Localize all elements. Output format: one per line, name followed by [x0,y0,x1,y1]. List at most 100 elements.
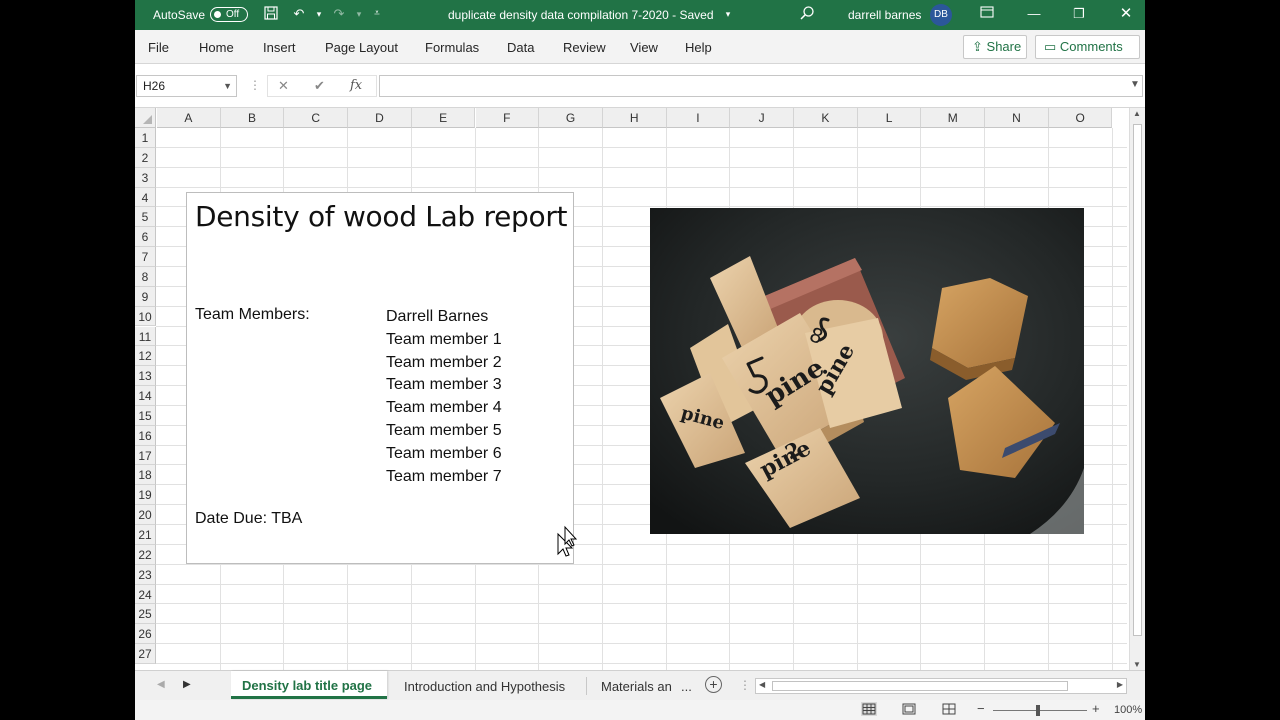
vertical-scroll-thumb[interactable] [1133,124,1142,636]
customize-toolbar-icon[interactable]: ⩡ [368,5,386,23]
scroll-right-icon[interactable]: ▶ [1117,680,1123,689]
close-icon[interactable]: ✕ [1117,5,1135,23]
more-tabs-icon[interactable]: ... [681,679,692,694]
column-header[interactable]: E [411,108,476,128]
minimize-icon[interactable]: — [1025,5,1043,23]
column-header[interactable]: G [539,108,603,128]
tab-data[interactable]: Data [507,40,534,55]
restore-icon[interactable]: ❐ [1070,5,1088,23]
row-header[interactable]: 9 [135,286,156,307]
row-header[interactable]: 15 [135,405,156,426]
tab-formulas[interactable]: Formulas [425,40,479,55]
page-break-preview-icon[interactable] [941,702,957,716]
row-header[interactable]: 20 [135,505,156,525]
formula-input[interactable] [379,75,1143,97]
column-header[interactable]: J [730,108,794,128]
column-header[interactable]: N [985,108,1049,128]
row-header[interactable]: 27 [135,644,156,664]
row-header[interactable]: 1 [135,128,156,148]
ribbon-display-options-icon[interactable] [978,5,996,23]
tab-splitter-icon[interactable]: ⋮ [739,678,751,692]
column-header[interactable]: I [666,108,731,128]
row-header[interactable]: 22 [135,544,156,565]
zoom-out-icon[interactable]: − [977,701,985,716]
tab-review[interactable]: Review [563,40,606,55]
tab-insert[interactable]: Insert [263,40,296,55]
row-header[interactable]: 3 [135,167,156,188]
tab-introduction-and-hypothesis[interactable]: Introduction and Hypothesis [404,679,565,694]
column-header[interactable]: D [348,108,412,128]
redo-dropdown-icon[interactable]: ▾ [350,5,368,23]
user-name[interactable]: darrell barnes [848,8,921,22]
row-header[interactable]: 17 [135,445,156,466]
row-header[interactable]: 8 [135,266,156,287]
tab-page-layout[interactable]: Page Layout [325,40,398,55]
enter-icon[interactable]: ✔ [314,78,325,94]
zoom-slider[interactable] [993,710,1087,711]
comments-button[interactable]: ▭ Comments [1035,35,1140,59]
column-header[interactable]: A [157,108,221,128]
avatar[interactable]: DB [930,4,952,26]
row-header[interactable]: 2 [135,147,156,168]
worksheet-grid[interactable]: ABCDEFGHIJKLMNO 1 2 3 4 5 6 7 8 9 10 11 12 13 14 15 16 1… [135,108,1127,670]
title-text-box[interactable]: Density of wood Lab report Team Members:… [186,192,574,564]
redo-icon[interactable]: ↷ [330,5,348,23]
row-header[interactable]: 12 [135,346,156,367]
zoom-level[interactable]: 100% [1114,704,1142,716]
scroll-tabs-right-icon[interactable]: ▶ [183,679,191,690]
share-button[interactable]: ⇪ Share [963,35,1027,59]
scroll-tabs-left-icon[interactable]: ◀ [157,679,165,690]
document-title[interactable]: duplicate density data compilation 7-202… [448,8,714,22]
autosave-toggle[interactable]: Off [210,7,248,22]
cancel-icon[interactable]: ✕ [278,78,289,94]
save-icon[interactable] [262,5,280,23]
chevron-down-icon[interactable]: ▼ [223,76,232,96]
row-header[interactable]: 14 [135,386,156,406]
insert-function-icon[interactable]: fx [350,78,362,93]
tab-home[interactable]: Home [199,40,234,55]
undo-icon[interactable]: ↶ [290,5,308,23]
row-header[interactable]: 10 [135,306,156,327]
column-header[interactable]: M [921,108,986,128]
row-header[interactable]: 6 [135,227,156,248]
column-header[interactable]: F [475,108,540,128]
scroll-left-icon[interactable]: ◀ [759,680,765,689]
column-header[interactable]: O [1048,108,1113,128]
select-all-button[interactable] [135,108,156,128]
name-box[interactable]: H26 ▼ [136,75,237,97]
row-header[interactable]: 26 [135,624,156,645]
row-header[interactable]: 18 [135,465,156,486]
row-header[interactable]: 24 [135,584,156,605]
tab-view[interactable]: View [630,40,658,55]
zoom-in-icon[interactable]: + [1092,701,1100,716]
row-header[interactable]: 7 [135,247,156,267]
scroll-up-icon[interactable]: ▲ [1133,109,1141,118]
row-header[interactable]: 16 [135,425,156,446]
add-sheet-icon[interactable]: + [705,676,722,693]
tab-file[interactable]: File [148,40,169,55]
column-header[interactable]: L [857,108,922,128]
tab-help[interactable]: Help [685,40,712,55]
vertical-scrollbar[interactable]: ▲ ▼ [1129,108,1145,670]
page-layout-view-icon[interactable] [901,702,917,716]
tab-materials[interactable]: Materials an [601,679,672,694]
search-icon[interactable] [798,5,816,23]
row-header[interactable]: 5 [135,207,156,228]
row-header[interactable]: 4 [135,187,156,208]
zoom-slider-thumb[interactable] [1036,705,1040,716]
row-header[interactable]: 11 [135,326,156,347]
undo-dropdown-icon[interactable]: ▾ [310,5,328,23]
tab-density-lab-title-page[interactable]: Density lab title page [231,671,387,699]
row-header[interactable]: 21 [135,525,156,545]
row-header[interactable]: 13 [135,366,156,387]
wood-blocks-photo[interactable]: pine pine 2 pine pine 8 5 [650,208,1084,534]
horizontal-scroll-thumb[interactable] [772,681,1068,691]
title-dropdown-icon[interactable]: ▾ [719,5,737,23]
row-header[interactable]: 23 [135,564,156,585]
more-options-icon[interactable]: ⋮ [249,78,261,92]
horizontal-scrollbar[interactable]: ◀ ▶ [755,678,1127,694]
column-header[interactable]: C [284,108,349,128]
column-header[interactable]: K [794,108,858,128]
column-header[interactable]: H [602,108,667,128]
normal-view-icon[interactable] [861,702,877,716]
